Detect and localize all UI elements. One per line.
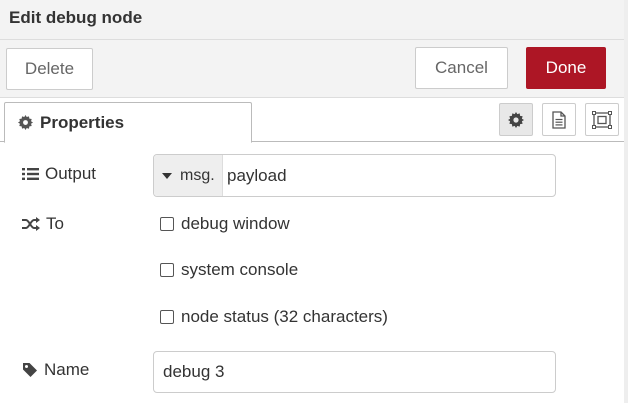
to-label-text: To (46, 214, 64, 233)
node-status-label: node status (32 characters) (181, 307, 388, 326)
output-label: Output (22, 164, 96, 184)
dialog-toolbar: Delete Cancel Done (0, 40, 628, 98)
tab-bar: Properties (0, 98, 628, 143)
delete-button[interactable]: Delete (6, 48, 93, 90)
to-label: To (22, 214, 64, 234)
settings-tab-button[interactable] (499, 103, 533, 136)
output-property-input[interactable] (223, 155, 555, 196)
output-type-prefix: msg. (180, 166, 215, 184)
system-console-label: system console (181, 260, 299, 279)
gear-icon (508, 111, 524, 128)
appearance-icon (592, 110, 612, 129)
node-status-option[interactable]: node status (32 characters) (160, 307, 388, 327)
tab-properties-label: Properties (40, 112, 125, 132)
debug-window-option[interactable]: debug window (160, 214, 290, 234)
system-console-option[interactable]: system console (160, 260, 298, 280)
shuffle-icon (22, 217, 40, 231)
scrollbar-track (624, 0, 628, 403)
node-status-checkbox[interactable] (160, 310, 174, 324)
tag-icon (23, 363, 37, 377)
system-console-checkbox[interactable] (160, 263, 174, 277)
dialog-title: Edit debug node (9, 8, 143, 27)
caret-down-icon (162, 173, 172, 179)
document-icon (552, 110, 566, 129)
debug-window-label: debug window (181, 214, 290, 233)
list-icon (22, 168, 39, 180)
gear-icon (18, 115, 33, 130)
description-tab-button[interactable] (542, 103, 576, 136)
debug-window-checkbox[interactable] (160, 217, 174, 231)
output-typed-input: msg. (153, 154, 556, 197)
done-button[interactable]: Done (526, 47, 606, 89)
name-input[interactable] (153, 351, 556, 393)
tab-properties[interactable]: Properties (4, 102, 252, 143)
name-label: Name (22, 360, 89, 380)
output-label-text: Output (45, 164, 97, 183)
output-type-select[interactable]: msg. (154, 155, 223, 196)
dialog-header: Edit debug node (0, 0, 628, 40)
appearance-tab-button[interactable] (585, 103, 619, 136)
cancel-button[interactable]: Cancel (415, 47, 508, 89)
name-label-text: Name (44, 360, 90, 379)
